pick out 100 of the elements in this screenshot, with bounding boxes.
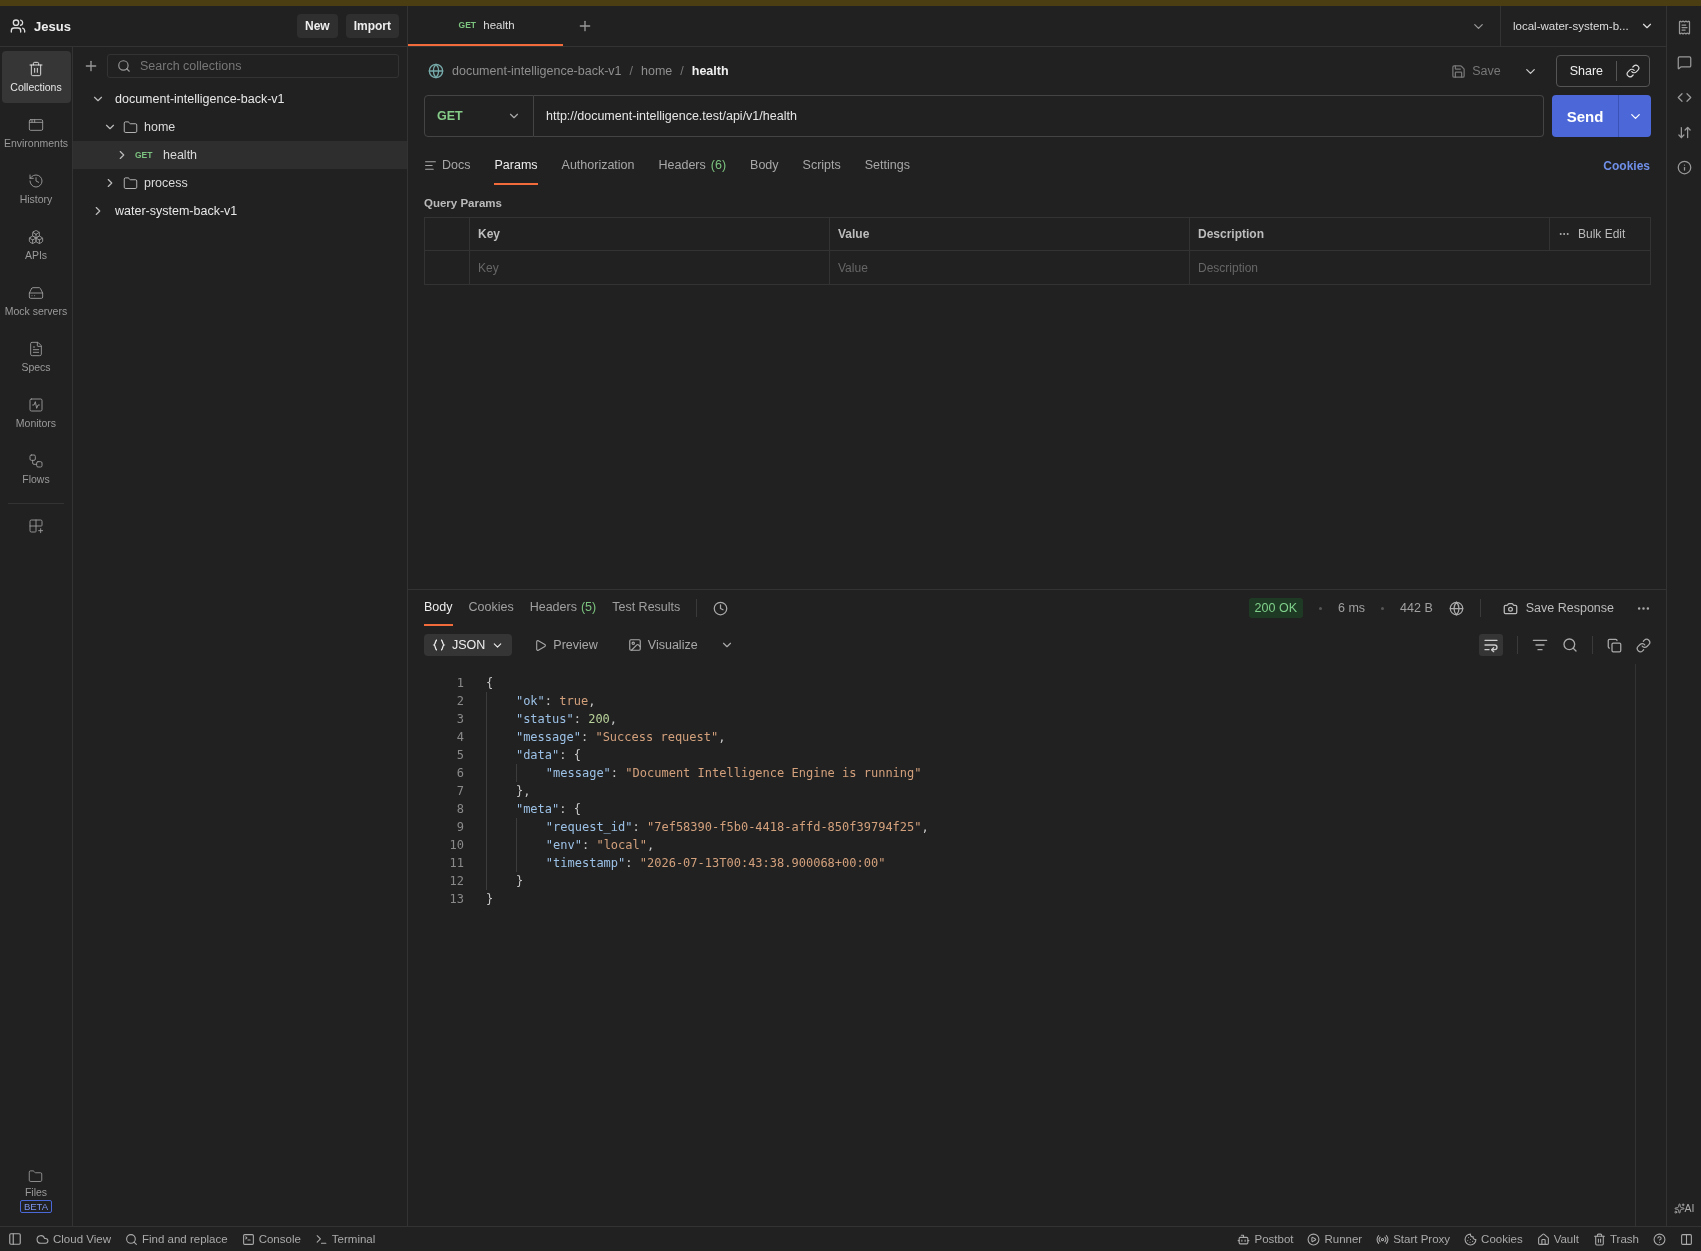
response-tab[interactable]: Cookies: [468, 590, 514, 626]
request-option-tab[interactable]: Settings: [864, 147, 910, 185]
import-button[interactable]: Import: [345, 14, 399, 38]
method-select[interactable]: GET: [424, 95, 534, 137]
view-option[interactable]: Preview: [526, 634, 606, 656]
link-icon[interactable]: [1626, 64, 1640, 78]
method-label: GET: [135, 150, 154, 160]
image-icon: [627, 638, 642, 652]
new-button[interactable]: New: [296, 14, 338, 38]
tree-item-label: process: [144, 176, 188, 190]
send-button[interactable]: Send: [1552, 95, 1619, 137]
nav-item[interactable]: APIs: [1, 219, 71, 271]
nav-item[interactable]: Mock servers: [1, 275, 71, 327]
request-option-tab[interactable]: Params: [494, 147, 538, 185]
code-line: "message": "Document Intelligence Engine is running": [486, 764, 922, 782]
status-bar-item[interactable]: Start Proxy: [1376, 1232, 1451, 1246]
status-bar-item[interactable]: Trash: [1593, 1232, 1639, 1246]
status-bar-item[interactable]: Runner: [1307, 1232, 1363, 1246]
status-bar-item[interactable]: Postbot: [1237, 1232, 1294, 1246]
response-tab[interactable]: Headers (5): [529, 590, 597, 626]
search-field[interactable]: Search collections: [107, 54, 399, 78]
new-tab-icon[interactable]: [577, 18, 593, 34]
tree-item[interactable]: document-intelligence-back-v1: [73, 85, 407, 113]
code-line: },: [486, 782, 531, 800]
tree-item[interactable]: process: [73, 169, 407, 197]
tree-item[interactable]: home: [73, 113, 407, 141]
folder-icon: [123, 175, 138, 191]
add-apps-icon[interactable]: [28, 518, 44, 534]
bot-icon: [1237, 1232, 1251, 1246]
request-option-tab[interactable]: Scripts: [802, 147, 841, 185]
files-button[interactable]: Files BETA: [13, 1168, 59, 1214]
cloud-icon: [36, 1232, 49, 1246]
floppy-icon: [1451, 63, 1467, 79]
view-option[interactable]: JSON: [424, 634, 513, 656]
view-option[interactable]: Visualize: [619, 634, 706, 656]
nav-item[interactable]: History: [1, 163, 71, 215]
request-option-tab[interactable]: Authorization: [561, 147, 635, 185]
status-bar-item[interactable]: Cookies: [1464, 1232, 1523, 1246]
column-header: Description: [1190, 218, 1550, 251]
request-tab[interactable]: GET health: [408, 6, 563, 46]
tree-item-label: water-system-back-v1: [115, 204, 238, 218]
folder-icon: [123, 119, 138, 135]
cookies-link[interactable]: Cookies: [1603, 159, 1650, 173]
request-option-tab[interactable]: Headers (6): [658, 147, 727, 185]
line-number: 13: [448, 892, 464, 906]
status-bar-item[interactable]: Console: [241, 1232, 301, 1246]
code-line: "env": "local",: [486, 836, 655, 854]
breadcrumb-link[interactable]: home: [641, 64, 673, 78]
layout-icon[interactable]: [1680, 1232, 1693, 1246]
nav-item[interactable]: Collections: [1, 51, 71, 103]
breadcrumb-separator: /: [629, 64, 633, 78]
nav-item[interactable]: Monitors: [1, 387, 71, 439]
tree-item[interactable]: water-system-back-v1: [73, 197, 407, 225]
boxes-icon: [28, 229, 44, 245]
comment-icon[interactable]: [1676, 55, 1692, 70]
copy-icon[interactable]: [1607, 637, 1622, 653]
line-number: 11: [448, 856, 464, 870]
filter-icon[interactable]: [1532, 637, 1548, 653]
status-bar-item[interactable]: Cloud View: [36, 1232, 111, 1246]
response-tab[interactable]: Test Results: [612, 590, 681, 626]
column-header: Key: [470, 218, 830, 251]
ai-button[interactable]: AI: [1673, 1202, 1695, 1214]
environment-select[interactable]: local-water-system-b...: [1500, 6, 1666, 46]
link-icon[interactable]: [1636, 637, 1651, 653]
status-bar-item[interactable]: Vault: [1536, 1232, 1579, 1246]
bulk-edit-button[interactable]: Bulk Edit: [1558, 227, 1626, 241]
method-label: GET: [457, 20, 478, 30]
nav-item[interactable]: Environments: [1, 107, 71, 159]
save-button[interactable]: Save: [1445, 62, 1507, 80]
search-icon: [124, 1232, 138, 1246]
breadcrumb-link[interactable]: document-intelligence-back-v1: [452, 64, 622, 78]
response-tab[interactable]: Body: [424, 590, 453, 626]
nav-item[interactable]: Flows: [1, 443, 71, 495]
status-bar-item[interactable]: Terminal: [314, 1232, 376, 1246]
globe-icon[interactable]: [1448, 600, 1464, 616]
tree-item[interactable]: GET health: [73, 141, 407, 169]
wrap-button[interactable]: [1479, 634, 1503, 656]
workflow-icon: [28, 453, 44, 469]
code-line: "data": {: [486, 746, 581, 764]
braces-icon: [432, 638, 446, 652]
search-icon[interactable]: [1562, 637, 1578, 653]
url-field[interactable]: http://document-intelligence.test/api/v1/health: [534, 95, 1544, 137]
save-response-button[interactable]: Save Response: [1496, 599, 1620, 617]
add-icon[interactable]: [83, 58, 99, 74]
info-icon[interactable]: [1676, 160, 1692, 175]
code-icon[interactable]: [1676, 90, 1692, 105]
globe-icon: [428, 63, 444, 79]
receipt-icon[interactable]: [1676, 20, 1692, 35]
arrows-icon[interactable]: [1676, 125, 1692, 140]
code-line: }: [486, 892, 494, 906]
help-icon[interactable]: [1653, 1232, 1666, 1246]
history-icon[interactable]: [713, 600, 729, 616]
code-line: {: [486, 676, 494, 690]
status-bar-item[interactable]: Find and replace: [124, 1232, 228, 1246]
signal-icon: [1376, 1232, 1390, 1246]
code-line: "status": 200,: [486, 710, 618, 728]
sidebar-toggle-icon[interactable]: [8, 1232, 22, 1246]
request-option-tab[interactable]: Body: [750, 147, 779, 185]
request-option-tab[interactable]: Docs: [424, 147, 471, 185]
nav-item[interactable]: Specs: [1, 331, 71, 383]
